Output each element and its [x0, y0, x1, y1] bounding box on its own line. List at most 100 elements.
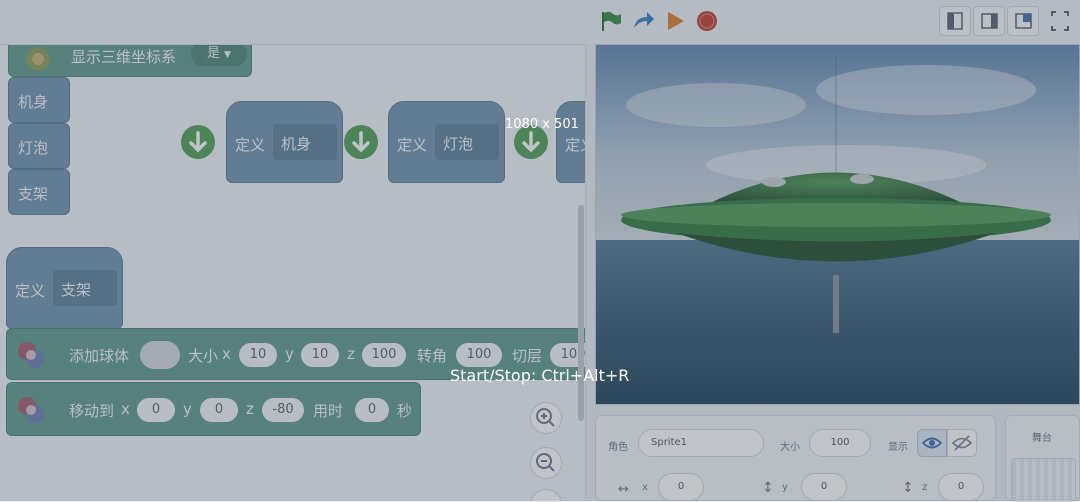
show-sprite-button[interactable]: [917, 429, 947, 457]
move-y-value: 0: [214, 402, 224, 417]
sphere-angle-value: 100: [466, 347, 492, 362]
sprite-x-input[interactable]: 0: [658, 473, 704, 501]
fullscreen-button[interactable]: [1046, 6, 1074, 36]
custom-block-stand[interactable]: 支架: [8, 169, 70, 215]
custom-block-bulb[interactable]: 灯泡: [8, 123, 70, 169]
move-time-input[interactable]: 0: [355, 398, 389, 422]
define-name-slot[interactable]: 支架: [53, 270, 117, 306]
move-y-input[interactable]: 0: [200, 398, 238, 422]
small-stage-button[interactable]: [939, 6, 971, 36]
seconds-label: 秒: [397, 402, 413, 420]
custom-block-fuselage[interactable]: 机身: [8, 77, 70, 123]
stage-label: 舞台: [1032, 433, 1052, 444]
sprite-z-value: 0: [957, 481, 965, 492]
ufo-3d-scene: [596, 45, 1079, 404]
define-bulb-block[interactable]: 定义 灯泡: [388, 101, 505, 183]
stage-thumbnail[interactable]: [1011, 458, 1076, 502]
color-picker-swatch[interactable]: [140, 341, 180, 369]
sphere-z-value: 100: [371, 347, 397, 362]
define-name-slot[interactable]: 机身: [273, 124, 337, 160]
stop-icon[interactable]: [694, 8, 720, 34]
move-to-block[interactable]: 移动到 x 0 y 0 z -80 用时 0 秒: [6, 382, 421, 436]
zoom-out-button[interactable]: [530, 447, 562, 479]
sprite-name-input[interactable]: Sprite1: [638, 429, 764, 457]
depth-arrow-icon: ↕: [902, 480, 914, 496]
zoom-reset-button[interactable]: [530, 489, 562, 501]
stage-canvas[interactable]: [595, 44, 1080, 405]
define-keyword: 定义: [565, 136, 585, 154]
cut-label: 切层: [512, 347, 543, 365]
show-axes-value: 是: [206, 46, 220, 61]
green-flag-icon[interactable]: [598, 8, 624, 34]
custom-block-label: 灯泡: [18, 139, 49, 157]
3d-extension-icon: [26, 47, 50, 71]
custom-block-label: 支架: [18, 185, 49, 203]
define-name: 支架: [61, 281, 92, 299]
show-axes-label: 显示三维坐标系: [71, 48, 177, 66]
define-stand-block[interactable]: 定义 支架: [6, 247, 123, 329]
sphere-x-input[interactable]: 10: [239, 343, 277, 367]
hide-sprite-button[interactable]: [947, 429, 977, 457]
sphere-y-input[interactable]: 10: [301, 343, 339, 367]
move-z-value: -80: [272, 402, 294, 417]
eye-off-icon: [951, 435, 973, 451]
custom-block-label: 机身: [18, 93, 49, 111]
turbo-play-icon[interactable]: [662, 8, 688, 34]
size-label: 大小: [188, 347, 219, 365]
show-label: 显示: [888, 442, 908, 453]
x-label: x: [222, 345, 231, 363]
large-stage-button[interactable]: [1007, 6, 1039, 36]
zoom-out-icon: [536, 453, 555, 472]
3d-extension-icon: [18, 342, 44, 368]
zoom-in-icon: [536, 408, 555, 427]
define-fuselage-block[interactable]: 定义 机身: [226, 101, 343, 183]
define-name: 灯泡: [443, 135, 474, 153]
horizontal-arrow-icon: ↔: [618, 482, 629, 497]
vertical-scrollbar[interactable]: [578, 205, 584, 421]
sprite-z-input[interactable]: 0: [938, 473, 984, 501]
define-clipped-block[interactable]: 定义: [556, 101, 585, 183]
sprite-x-value: 0: [677, 481, 685, 492]
move-z-input[interactable]: -80: [262, 398, 304, 422]
zoom-in-button[interactable]: [530, 402, 562, 434]
x-label: x: [121, 400, 130, 418]
y-label: y: [782, 482, 788, 493]
sprite-size-input[interactable]: 100: [809, 429, 871, 457]
normal-stage-button[interactable]: [973, 6, 1005, 36]
show-axes-block[interactable]: 显示三维坐标系 是 ▼: [8, 45, 252, 77]
code-area[interactable]: 显示三维坐标系 是 ▼ 机身 灯泡 支架 定义 机身 定义 灯泡 定义: [0, 44, 586, 501]
chevron-down-icon: ▼: [224, 50, 232, 60]
move-x-input[interactable]: 0: [137, 398, 175, 422]
z-label: z: [922, 482, 928, 493]
add-sphere-label: 添加球体: [69, 347, 130, 365]
x-label: x: [642, 482, 648, 493]
show-axes-dropdown[interactable]: 是 ▼: [191, 45, 247, 66]
sprite-size-value: 100: [830, 437, 850, 448]
vertical-arrow-icon: ↕: [762, 480, 774, 496]
arrow-down-icon: [181, 125, 215, 159]
define-keyword: 定义: [15, 282, 46, 300]
arrow-down-icon: [344, 125, 378, 159]
define-name-slot[interactable]: 灯泡: [435, 124, 499, 160]
z-label: z: [347, 345, 355, 363]
angle-label: 转角: [417, 347, 448, 365]
fullscreen-icon: [1051, 11, 1069, 31]
define-keyword: 定义: [235, 136, 266, 154]
sphere-x-value: 10: [249, 347, 267, 362]
redo-arrow-icon[interactable]: [630, 8, 656, 34]
sprite-y-value: 0: [820, 481, 828, 492]
sphere-angle-input[interactable]: 100: [456, 343, 502, 367]
define-keyword: 定义: [397, 136, 428, 154]
y-label: y: [285, 345, 294, 363]
stage-selector-panel[interactable]: 舞台: [1005, 415, 1080, 502]
sphere-y-value: 10: [311, 347, 329, 362]
sprite-name-value: Sprite1: [651, 437, 688, 448]
sprite-y-input[interactable]: 0: [801, 473, 847, 501]
y-label: y: [183, 400, 192, 418]
define-name: 机身: [281, 135, 312, 153]
move-time-value: 0: [367, 402, 377, 417]
sprite-label: 角色: [608, 442, 628, 453]
size-label: 大小: [780, 442, 800, 453]
sphere-z-input[interactable]: 100: [362, 343, 406, 367]
3d-extension-icon: [18, 397, 44, 423]
